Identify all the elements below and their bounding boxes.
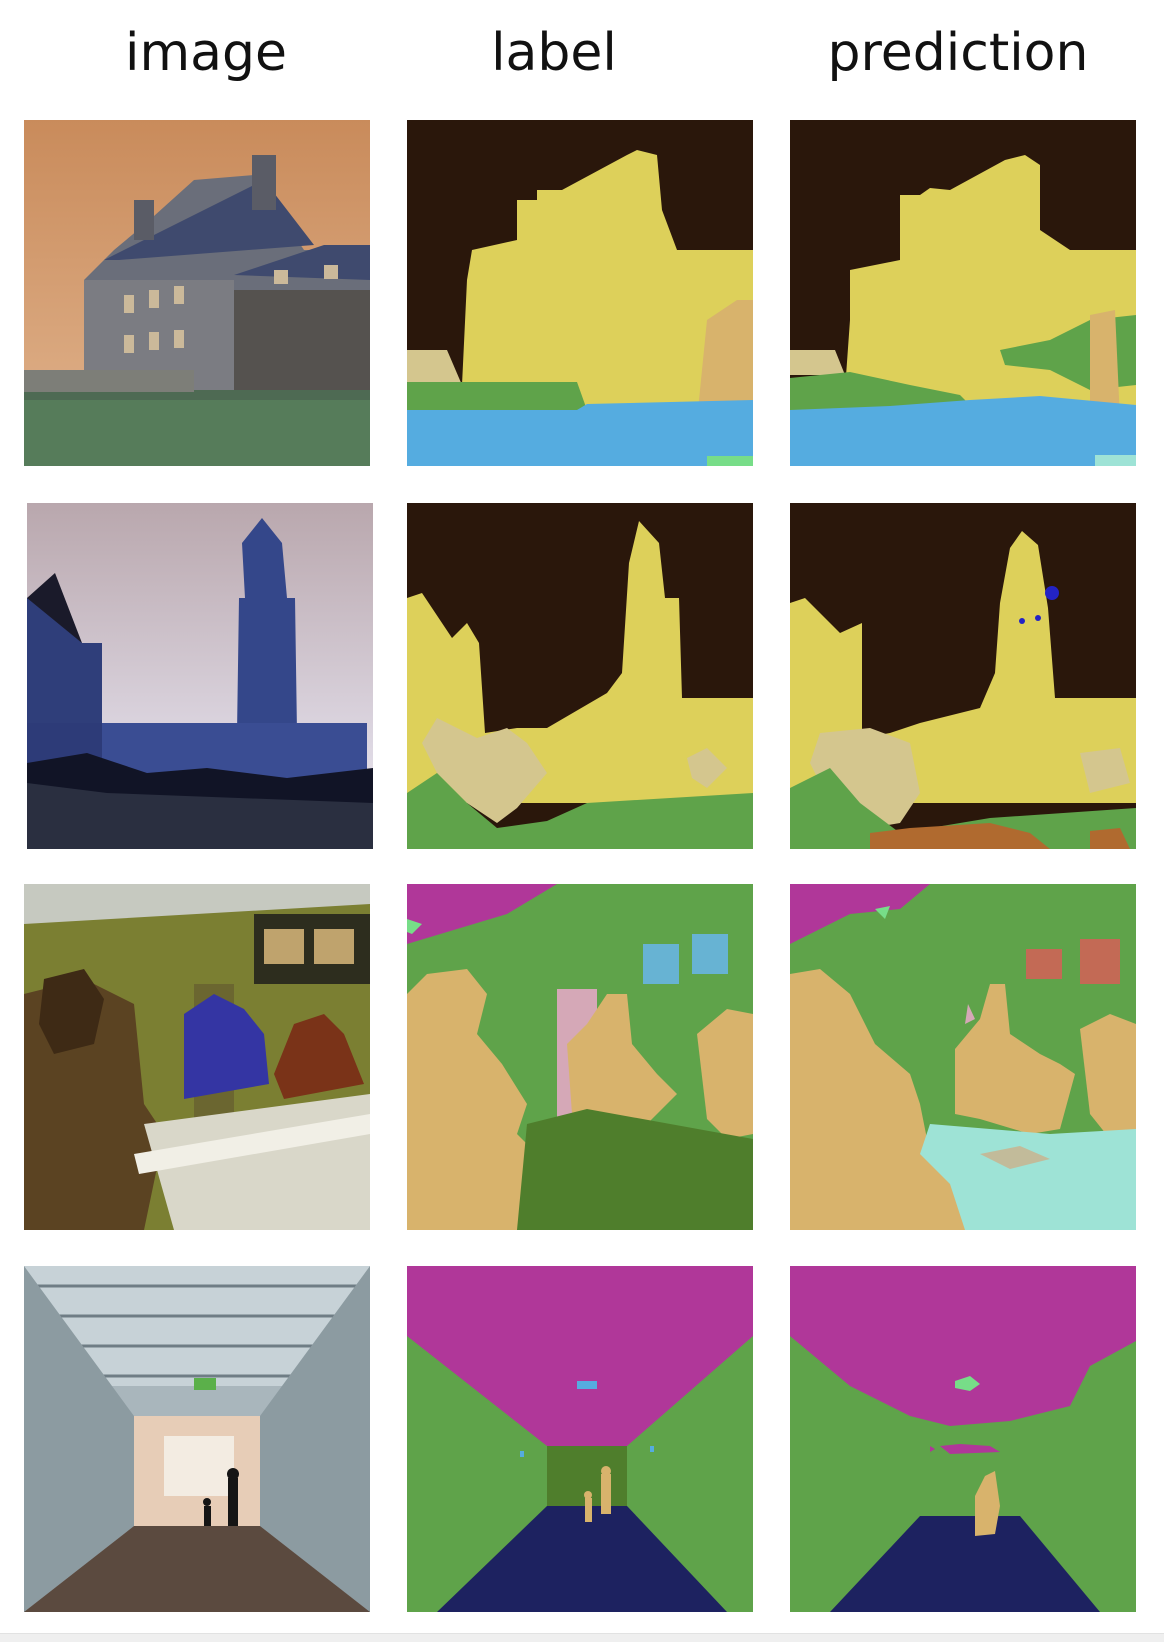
row4-photo-corridor bbox=[24, 1266, 370, 1612]
row4-prediction bbox=[790, 1266, 1136, 1612]
row3-segmentation-prediction bbox=[790, 884, 1136, 1230]
row3-image bbox=[24, 884, 370, 1230]
row2-segmentation-label bbox=[407, 503, 753, 849]
row1-segmentation-label bbox=[407, 120, 753, 466]
row2-image bbox=[27, 503, 373, 849]
row2-segmentation-prediction bbox=[790, 503, 1136, 849]
row1-prediction bbox=[790, 120, 1136, 466]
row3-label bbox=[407, 884, 753, 1230]
row1-photo-house bbox=[24, 120, 370, 466]
bottom-divider bbox=[0, 1633, 1164, 1642]
column-header-prediction: prediction bbox=[827, 23, 1089, 83]
row4-label bbox=[407, 1266, 753, 1612]
column-header-image: image bbox=[125, 23, 287, 83]
row3-segmentation-label bbox=[407, 884, 753, 1230]
row4-segmentation-label bbox=[407, 1266, 753, 1612]
row3-prediction bbox=[790, 884, 1136, 1230]
row1-segmentation-prediction bbox=[790, 120, 1136, 466]
row1-label bbox=[407, 120, 753, 466]
row2-photo-cathedral bbox=[27, 503, 373, 849]
row2-label bbox=[407, 503, 753, 849]
row4-image bbox=[24, 1266, 370, 1612]
row3-photo-reception bbox=[24, 884, 370, 1230]
row1-image bbox=[24, 120, 370, 466]
row4-segmentation-prediction bbox=[790, 1266, 1136, 1612]
column-header-label: label bbox=[491, 23, 617, 83]
row2-prediction bbox=[790, 503, 1136, 849]
